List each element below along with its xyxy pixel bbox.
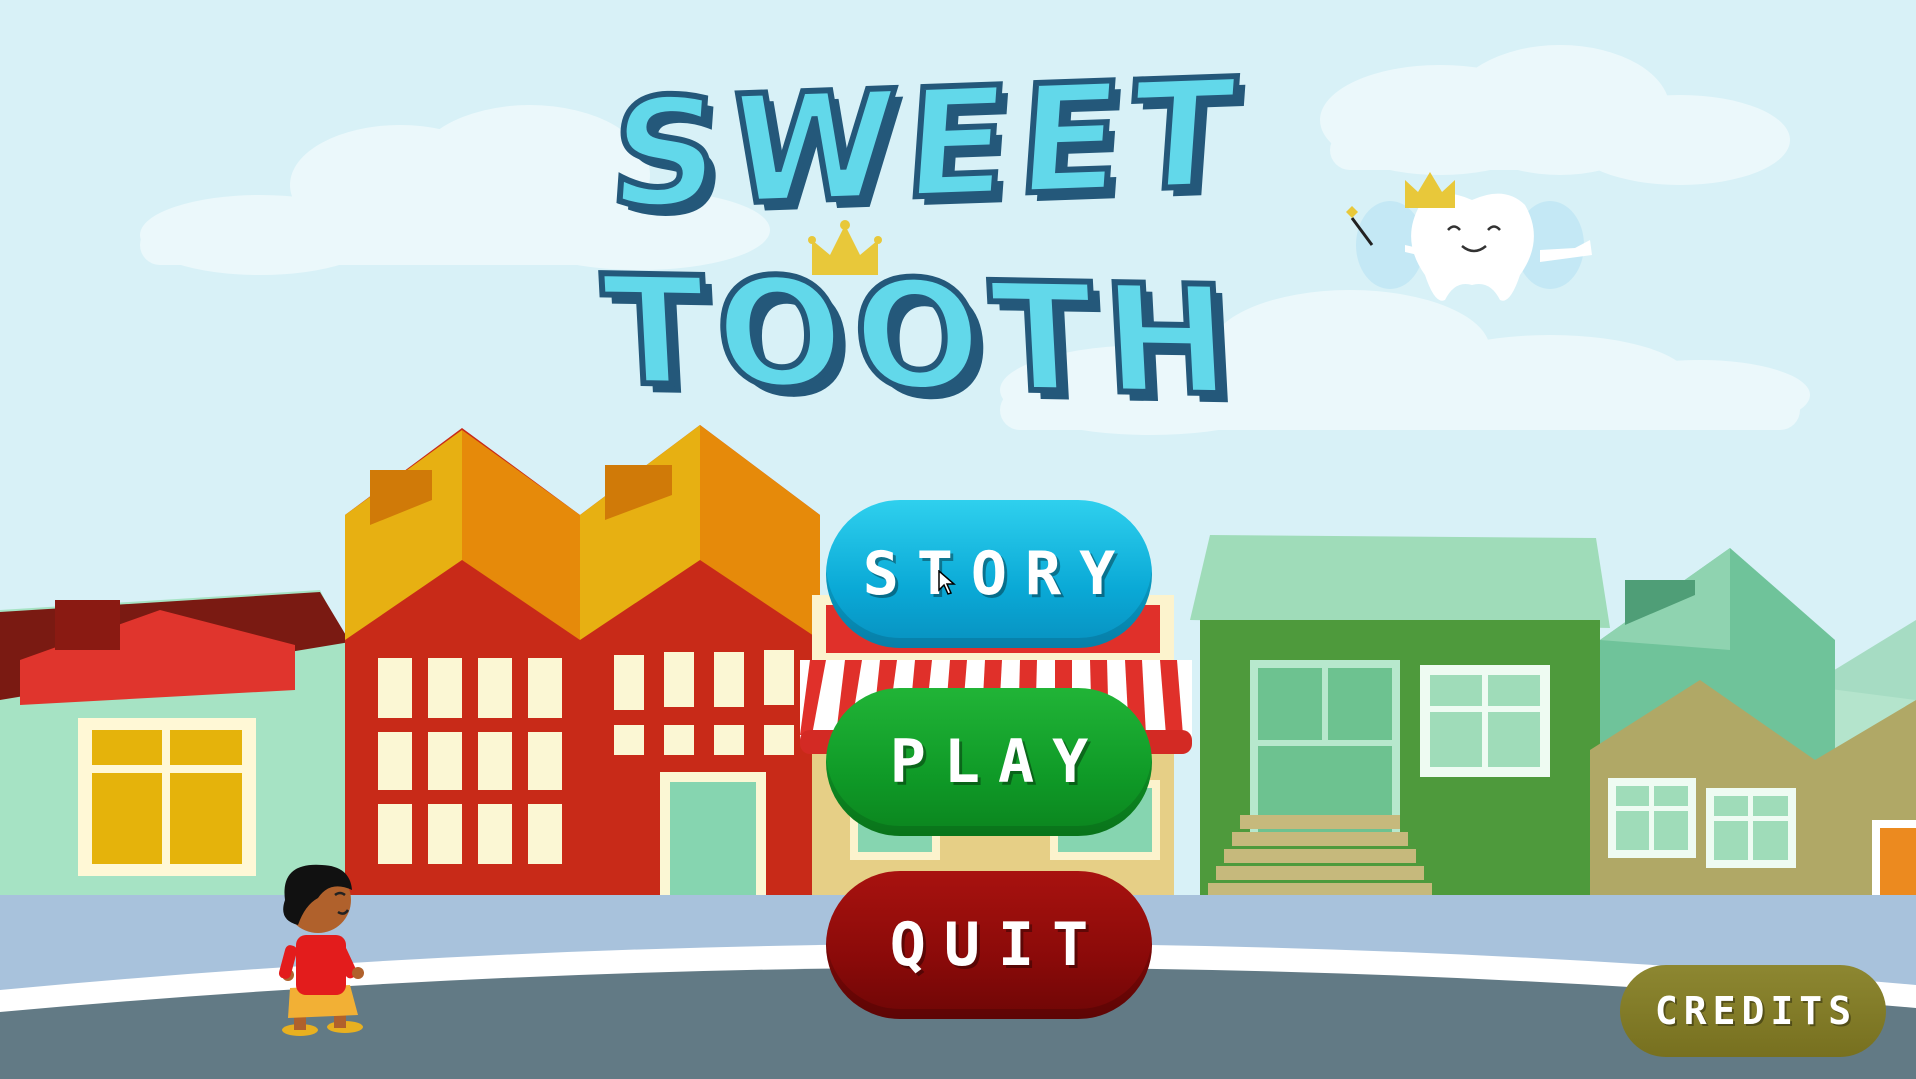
green-building [1190,535,1610,914]
game-title-line-2: TOOTH [596,241,1247,432]
story-button[interactable]: STORY [826,500,1152,648]
quit-button[interactable]: QUIT [826,871,1152,1019]
credits-button[interactable]: CREDITS [1620,965,1886,1057]
play-button[interactable]: PLAY [826,688,1152,836]
main-menu-screen: SWEET TOOTH STORY PLAY QUIT CREDITS [0,0,1916,1079]
cursor-icon [938,570,957,595]
game-title-line-1: SWEET [602,44,1253,246]
left-house [0,590,350,910]
